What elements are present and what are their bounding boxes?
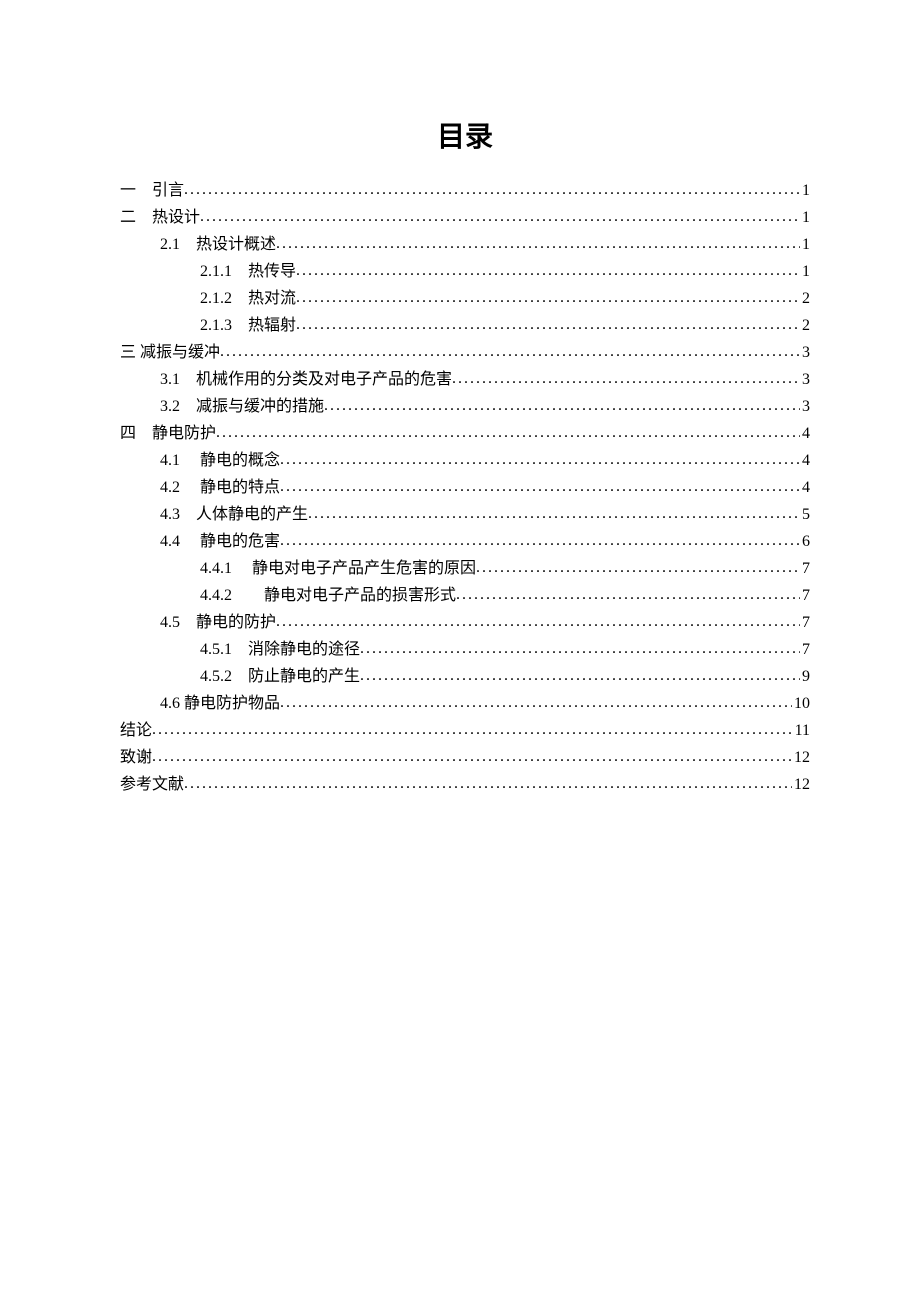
- toc-page: 3: [800, 399, 810, 415]
- toc-page: 6: [800, 534, 810, 550]
- toc-page: 1: [800, 237, 810, 253]
- toc-leader: [220, 344, 800, 360]
- toc-leader: [216, 425, 800, 441]
- toc-entry: 2.1.3 热辐射 2: [120, 318, 810, 334]
- toc-entry: 一 引言 1: [120, 183, 810, 199]
- toc-leader: [296, 290, 800, 306]
- toc-page: 10: [792, 696, 810, 712]
- toc-entry: 4.5.1 消除静电的途径 7: [120, 642, 810, 658]
- toc-entry: 4.4 静电的危害 6: [120, 534, 810, 550]
- toc-leader: [184, 776, 792, 792]
- toc-text: 一 引言: [120, 183, 184, 199]
- toc-leader: [152, 722, 793, 738]
- toc-entry: 3.1 机械作用的分类及对电子产品的危害 3: [120, 372, 810, 388]
- toc-text: 4.4 静电的危害: [160, 534, 280, 550]
- toc-page: 7: [800, 615, 810, 631]
- toc-leader: [152, 749, 792, 765]
- toc-entry: 4.2 静电的特点 4: [120, 480, 810, 496]
- toc-entry: 4.4.1 静电对电子产品产生危害的原因 7: [120, 561, 810, 577]
- toc-entry: 4.5 静电的防护 7: [120, 615, 810, 631]
- toc-entry: 4.5.2 防止静电的产生 9: [120, 669, 810, 685]
- toc-leader: [324, 398, 800, 414]
- toc-entry: 结论 11: [120, 723, 810, 739]
- toc-leader: [280, 452, 800, 468]
- toc-entry: 致谢 12: [120, 750, 810, 766]
- toc-text: 3.1 机械作用的分类及对电子产品的危害: [160, 372, 452, 388]
- toc-text: 4.5.2 防止静电的产生: [200, 669, 360, 685]
- toc-entry: 2.1.2 热对流 2: [120, 291, 810, 307]
- toc-page: 12: [792, 777, 810, 793]
- toc-leader: [184, 182, 800, 198]
- toc-text: 4.6 静电防护物品: [160, 696, 280, 712]
- toc-page: 2: [800, 291, 810, 307]
- toc-entry: 2.1 热设计概述 1: [120, 237, 810, 253]
- toc-text: 2.1 热设计概述: [160, 237, 276, 253]
- toc-entry: 4.4.2 静电对电子产品的损害形式 7: [120, 588, 810, 604]
- toc-text: 3.2 减振与缓冲的措施: [160, 399, 324, 415]
- toc-page: 12: [792, 750, 810, 766]
- toc-page: 5: [800, 507, 810, 523]
- toc-leader: [200, 209, 800, 225]
- toc-leader: [360, 668, 800, 684]
- toc-text: 4.2 静电的特点: [160, 480, 280, 496]
- toc-leader: [280, 479, 800, 495]
- toc-entry: 3.2 减振与缓冲的措施 3: [120, 399, 810, 415]
- toc-leader: [360, 641, 800, 657]
- toc-leader: [296, 263, 800, 279]
- toc-text: 参考文献: [120, 777, 184, 793]
- toc-page: 1: [800, 183, 810, 199]
- toc-page: 7: [800, 588, 810, 604]
- toc-entry: 2.1.1 热传导 1: [120, 264, 810, 280]
- toc-page: 2: [800, 318, 810, 334]
- toc-text: 4.1 静电的概念: [160, 453, 280, 469]
- toc-leader: [276, 614, 800, 630]
- toc-title: 目录: [120, 115, 810, 155]
- toc-entry: 4.1 静电的概念 4: [120, 453, 810, 469]
- toc-text: 4.4.1 静电对电子产品产生危害的原因: [200, 561, 476, 577]
- toc-text: 2.1.1 热传导: [200, 264, 296, 280]
- toc-leader: [476, 560, 800, 576]
- toc-entry: 4.6 静电防护物品 10: [120, 696, 810, 712]
- toc-leader: [280, 533, 800, 549]
- toc-leader: [296, 317, 800, 333]
- toc-page: 7: [800, 642, 810, 658]
- toc-page: 9: [800, 669, 810, 685]
- toc-entry: 4.3 人体静电的产生 5: [120, 507, 810, 523]
- toc-text: 4.3 人体静电的产生: [160, 507, 308, 523]
- toc-entry: 四 静电防护 4: [120, 426, 810, 442]
- toc-text: 4.5 静电的防护: [160, 615, 276, 631]
- toc-entry: 参考文献 12: [120, 777, 810, 793]
- toc-page: 4: [800, 453, 810, 469]
- toc-page: 3: [800, 372, 810, 388]
- toc-text: 2.1.3 热辐射: [200, 318, 296, 334]
- toc-text: 2.1.2 热对流: [200, 291, 296, 307]
- toc-page: 11: [793, 723, 810, 739]
- toc-text: 4.4.2 静电对电子产品的损害形式: [200, 588, 456, 604]
- toc-text: 三 减振与缓冲: [120, 345, 220, 361]
- toc-leader: [276, 236, 800, 252]
- toc-text: 四 静电防护: [120, 426, 216, 442]
- toc-entry: 三 减振与缓冲 3: [120, 345, 810, 361]
- toc-page: 1: [800, 210, 810, 226]
- toc-leader: [456, 587, 800, 603]
- toc-page: 1: [800, 264, 810, 280]
- toc-page: 4: [800, 480, 810, 496]
- toc-page: 3: [800, 345, 810, 361]
- toc-page: 7: [800, 561, 810, 577]
- toc-leader: [280, 695, 792, 711]
- toc-text: 结论: [120, 723, 152, 739]
- table-of-contents: 一 引言 1 二 热设计 1 2.1 热设计概述 1 2.1.1 热传导 1 2.1.…: [120, 183, 810, 793]
- toc-leader: [308, 506, 800, 522]
- toc-text: 4.5.1 消除静电的途径: [200, 642, 360, 658]
- toc-page: 4: [800, 426, 810, 442]
- toc-text: 二 热设计: [120, 210, 200, 226]
- toc-text: 致谢: [120, 750, 152, 766]
- toc-entry: 二 热设计 1: [120, 210, 810, 226]
- toc-leader: [452, 371, 800, 387]
